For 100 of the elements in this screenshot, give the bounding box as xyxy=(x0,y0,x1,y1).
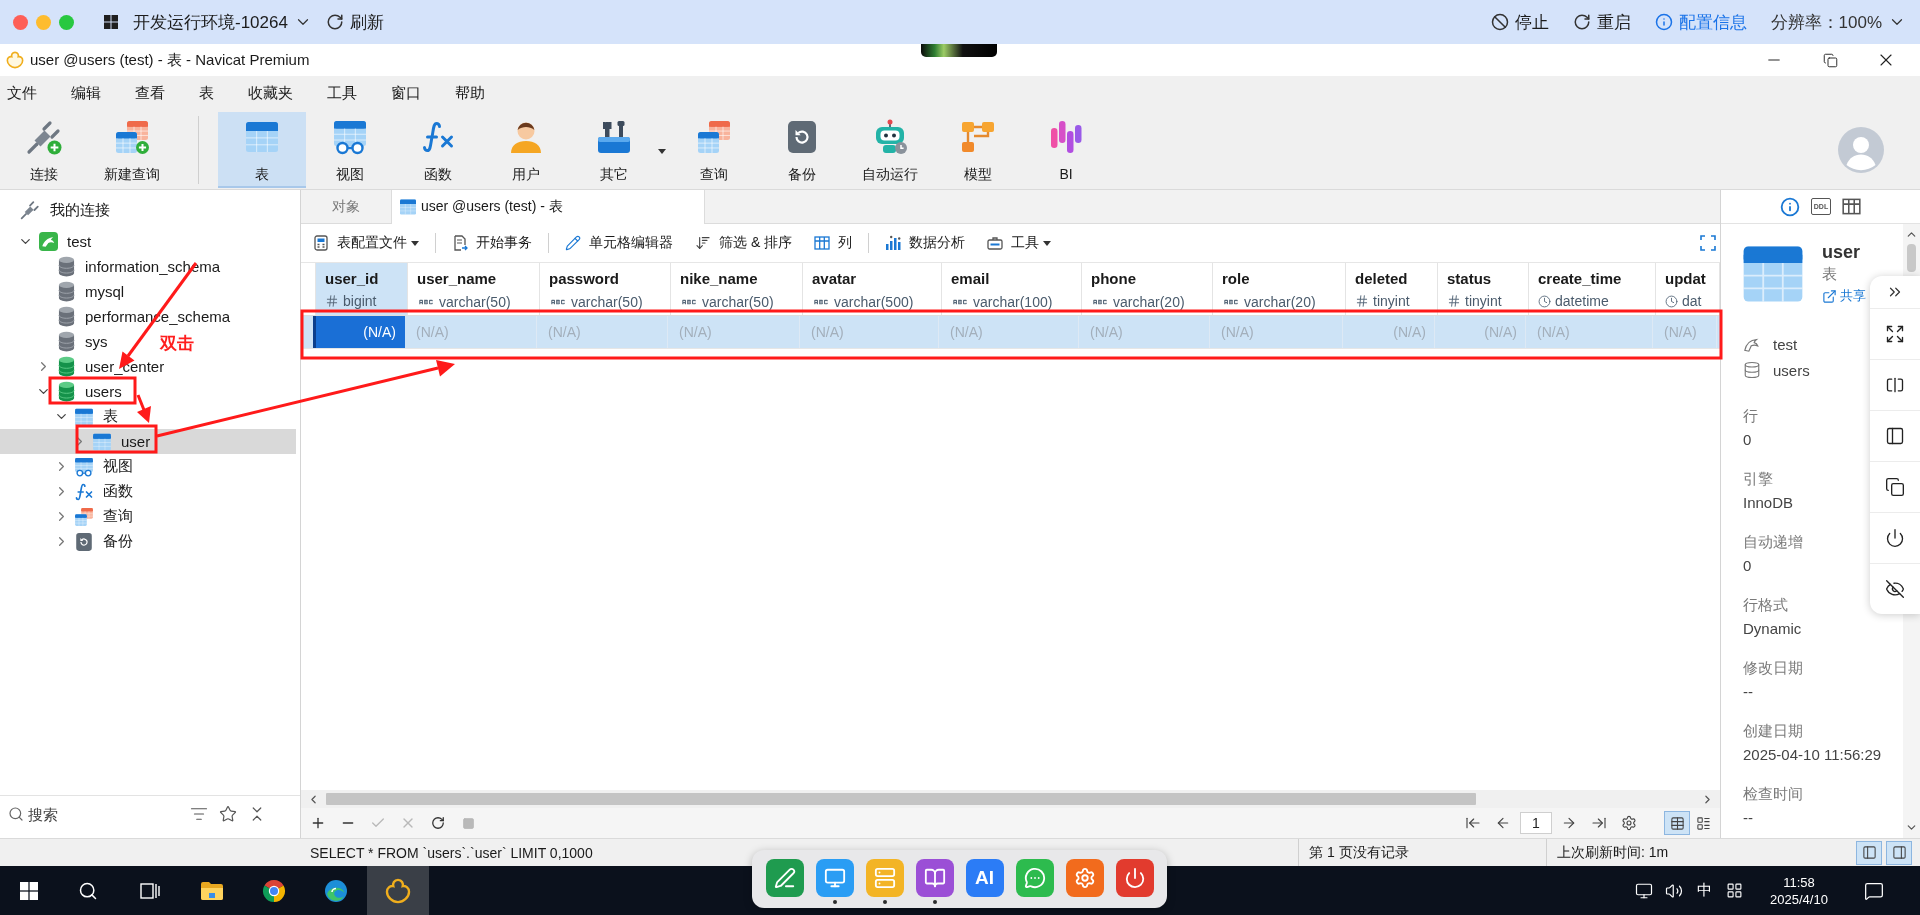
tree-item[interactable]: 表 xyxy=(0,404,124,429)
column-header[interactable]: user_id bigint xyxy=(316,263,408,315)
menu-item[interactable]: 窗口 xyxy=(391,83,421,103)
menu-item[interactable]: 文件 xyxy=(7,83,37,103)
columns-icon[interactable] xyxy=(1842,197,1862,216)
tree-item[interactable]: user_center xyxy=(0,354,171,379)
refresh-icon[interactable] xyxy=(431,816,445,830)
grid-icon[interactable] xyxy=(1725,882,1743,899)
menu-item[interactable]: 收藏夹 xyxy=(248,83,293,103)
power-app-icon[interactable] xyxy=(1115,859,1154,897)
task-view-icon[interactable] xyxy=(140,880,160,901)
page-field[interactable]: 1 xyxy=(1520,812,1552,834)
first-page-icon[interactable] xyxy=(1465,815,1481,831)
window-minimize-dot-icon[interactable] xyxy=(36,14,51,30)
share-link[interactable]: 共享 xyxy=(1822,285,1866,307)
search-icon[interactable] xyxy=(78,880,98,901)
table-cell[interactable]: (N/A) xyxy=(313,316,405,348)
power-icon[interactable] xyxy=(1885,528,1905,548)
toolbar-button[interactable]: 自动运行 xyxy=(846,111,934,188)
tree-item[interactable]: users xyxy=(0,379,128,404)
star-icon[interactable] xyxy=(219,805,237,823)
scrollbar-thumb[interactable] xyxy=(1907,244,1916,272)
toolbar-button[interactable]: 视图 xyxy=(306,111,394,188)
toolbar-button[interactable]: 备份 xyxy=(758,111,846,188)
left-panel-toggle[interactable] xyxy=(1856,840,1882,865)
restore-icon[interactable] xyxy=(1822,52,1838,68)
monitor-app-icon[interactable] xyxy=(815,859,854,897)
next-page-icon[interactable] xyxy=(1561,815,1577,831)
tab[interactable]: user @users (test) - 表 xyxy=(391,190,705,224)
tree-item[interactable]: 函数 xyxy=(0,479,139,504)
last-page-icon[interactable] xyxy=(1591,815,1607,831)
start-icon[interactable] xyxy=(19,881,38,900)
volume-icon[interactable] xyxy=(1665,881,1683,900)
previous-page-icon[interactable] xyxy=(1495,815,1511,831)
view-icon xyxy=(74,456,94,477)
clock-date[interactable]: 2025/4/10 xyxy=(1770,890,1828,908)
pen-app-icon[interactable] xyxy=(765,859,804,897)
tree-item[interactable]: sys xyxy=(0,329,114,354)
settings-app-icon[interactable] xyxy=(1065,859,1104,897)
toolbar-button[interactable]: 表配置文件 xyxy=(309,234,423,252)
config-info-button[interactable]: 配置信息 xyxy=(1654,10,1747,34)
tree-item[interactable]: test xyxy=(0,229,98,254)
scrollbar-thumb[interactable] xyxy=(326,793,1476,805)
tab-handle-icon[interactable] xyxy=(921,44,997,57)
tree-item[interactable]: 备份 xyxy=(0,529,139,554)
window-close-dot-icon[interactable] xyxy=(13,14,28,30)
input-method[interactable]: 中 xyxy=(1689,881,1719,900)
toolbar-button[interactable]: 工具 xyxy=(983,234,1056,252)
property-value: 0 xyxy=(1743,430,1752,450)
tree-item[interactable]: 查询 xyxy=(0,504,139,529)
tab[interactable]: 对象 xyxy=(301,190,391,224)
resolution-dropdown[interactable]: 分辨率：100% xyxy=(1770,10,1906,34)
fullscreen-icon[interactable] xyxy=(1885,324,1905,344)
menu-item[interactable]: 工具 xyxy=(327,83,357,103)
property-value: 2025-04-10 11:56:29 xyxy=(1743,745,1882,765)
table-row[interactable]: (N/A) (N/A) (N/A) (N/A) (N/A) (N/A) (N/A) (N/A) (N/A) (N/A) (N/A) (N/A) xyxy=(301,316,1720,349)
toolbar-button[interactable]: 新建查询 xyxy=(88,111,176,188)
book-app-icon[interactable] xyxy=(915,859,954,897)
filter-icon[interactable] xyxy=(190,805,208,823)
menu-item[interactable]: 帮助 xyxy=(455,83,485,103)
clock-time[interactable]: 11:58 xyxy=(1783,873,1815,891)
monitor-icon[interactable] xyxy=(1635,881,1653,900)
split-icon[interactable] xyxy=(1885,375,1905,395)
ai-app-icon[interactable]: AI xyxy=(965,859,1004,897)
menu-item[interactable]: 编辑 xyxy=(71,83,101,103)
toolbar-button[interactable]: 连接 xyxy=(0,111,88,188)
horizontal-scrollbar[interactable] xyxy=(301,790,1720,808)
toolbar-button[interactable]: 数据分析 xyxy=(881,234,970,252)
toolbar-button[interactable]: 单元格编辑器 xyxy=(561,234,677,252)
layout-icon[interactable] xyxy=(1885,426,1905,446)
toolbar-button[interactable]: 用户 xyxy=(482,111,570,188)
window-zoom-dot-icon[interactable] xyxy=(59,14,74,30)
refresh-button[interactable]: 刷新 xyxy=(325,10,384,34)
overlap-icon[interactable] xyxy=(1885,477,1905,497)
environment-dropdown[interactable]: 开发运行环境-10264 xyxy=(133,10,312,34)
notification-icon[interactable] xyxy=(1864,880,1884,901)
right-panel-toggle[interactable] xyxy=(1886,840,1912,865)
toolbar-button[interactable]: 表 xyxy=(218,111,306,188)
tree-item[interactable]: user xyxy=(0,429,296,454)
info-icon[interactable] xyxy=(1779,196,1800,217)
tree-item[interactable]: 视图 xyxy=(0,454,139,479)
toolbar-button[interactable]: 查询 xyxy=(670,111,758,188)
toolbar-button[interactable]: 函数 xyxy=(394,111,482,188)
toolbar-button[interactable]: 列 xyxy=(810,234,857,252)
search-field[interactable]: 搜索 xyxy=(28,805,138,823)
stop-button[interactable]: 停止 xyxy=(1490,10,1549,34)
menu-item[interactable]: 表 xyxy=(199,83,214,103)
add-icon[interactable] xyxy=(310,815,326,831)
grid-view-toggle[interactable] xyxy=(1664,811,1690,835)
toolbar-button[interactable]: 筛选 & 排序 xyxy=(691,234,797,252)
toolbar-button[interactable]: 其它 xyxy=(570,111,670,188)
toolbar-button[interactable]: 模型 xyxy=(934,111,1022,188)
toolbar-button[interactable]: BI xyxy=(1022,111,1110,188)
menu-item[interactable]: 查看 xyxy=(135,83,165,103)
tree-item[interactable]: mysql xyxy=(0,279,131,304)
eye-off-icon[interactable] xyxy=(1885,579,1905,599)
toolbar-button[interactable]: 开始事务 xyxy=(448,234,536,252)
taskbar-button[interactable] xyxy=(367,866,429,915)
restart-button[interactable]: 重启 xyxy=(1572,10,1631,34)
settings-icon[interactable] xyxy=(1621,815,1637,831)
